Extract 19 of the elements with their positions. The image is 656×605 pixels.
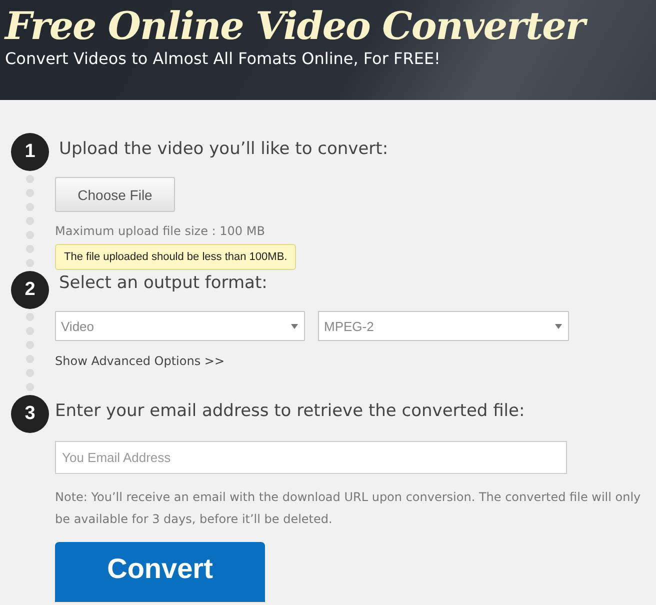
advanced-options-link[interactable]: Show Advanced Options >> [55,354,656,368]
site-subtitle: Convert Videos to Almost All Fomats Online, For FREE! [5,49,442,68]
step-heading: Select an output format: [59,273,268,293]
step-heading: Enter your email address to retrieve the converted file: [55,401,526,421]
site-title: Free Online Video Converter [5,4,656,48]
step-number: 2 [11,271,49,309]
convert-button[interactable]: Convert [55,542,265,602]
tooltip: The file uploaded should be less than 100MB. [55,244,296,270]
step-heading: Upload the video you’ll like to convert: [59,139,390,159]
caret-icon [555,324,562,328]
email-field[interactable]: You Email Address [55,441,567,474]
upload-size-hint: Maximum upload file size : 100 MB [55,224,266,238]
choose-file-button[interactable]: Choose File [55,177,175,212]
format-dropdown[interactable]: MPEG-2 [318,311,569,341]
note-text: Note: You’ll receive an email with the download URL upon conversion. The converted file will only be available for 3 days, before it’ll be deleted. [55,489,642,528]
caret-icon [291,324,298,328]
step-number: 3 [11,395,49,433]
format-dropdown[interactable]: Video [55,311,305,341]
step-number: 1 [11,133,49,171]
